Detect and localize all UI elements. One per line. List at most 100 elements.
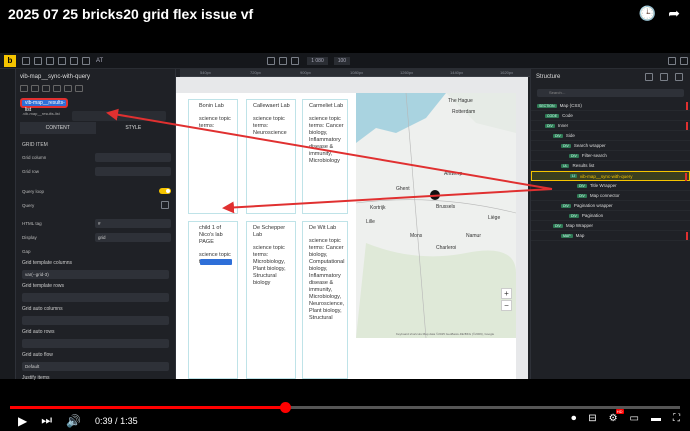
delete-icon[interactable] bbox=[53, 85, 61, 92]
structure-node[interactable]: SECTION Map (CSS) bbox=[531, 101, 690, 111]
bricks-logo[interactable]: b bbox=[4, 54, 16, 67]
structure-node-tag: DIV bbox=[569, 213, 579, 218]
grid-template-rows-input[interactable] bbox=[22, 293, 169, 302]
structure-node[interactable]: DIV Pagination bbox=[531, 211, 690, 221]
grid-auto-columns-input[interactable] bbox=[22, 316, 169, 325]
autoplay-toggle-icon[interactable]: ⏺ bbox=[571, 413, 576, 424]
duplicate-icon[interactable] bbox=[42, 85, 50, 92]
video-controls: ▶ ⏭ 🔊 0:39 / 1:35 ⏺ ⊟ ⚙ ▭ ▬ ⛶ bbox=[0, 380, 690, 431]
structure-node-tag: UL bbox=[561, 163, 570, 168]
zoom-in-button[interactable]: + bbox=[501, 288, 512, 299]
structure-node[interactable]: UL Results list bbox=[531, 161, 690, 171]
map-pin-icon[interactable] bbox=[430, 190, 440, 200]
builder-canvas[interactable]: Bonin Lab science topic terms: Callewaer… bbox=[176, 77, 528, 379]
structure-node-label: Title Wrapper bbox=[589, 183, 617, 188]
desktop-icon[interactable] bbox=[267, 56, 276, 65]
miniplayer-icon[interactable]: ▭ bbox=[630, 413, 639, 424]
class-input[interactable] bbox=[72, 111, 166, 121]
grid-row-input[interactable] bbox=[95, 166, 171, 176]
structure-node[interactable]: DIV Pagination wrapper bbox=[531, 201, 690, 211]
result-card[interactable]: De Wit Lab science topic terms: Cancer b… bbox=[302, 221, 348, 379]
grid-column-input[interactable] bbox=[95, 152, 171, 162]
grid-auto-rows-input[interactable] bbox=[22, 339, 169, 348]
structure-node[interactable]: MAP Map bbox=[531, 231, 690, 241]
structure-node-marker bbox=[685, 173, 687, 181]
subtitles-icon[interactable]: ⊟ bbox=[588, 413, 596, 424]
html-tag-label: HTML tag bbox=[22, 220, 42, 226]
settings-icon[interactable]: ⚙ bbox=[609, 409, 624, 424]
expand-icon[interactable] bbox=[645, 73, 653, 81]
zoom-out-button[interactable]: − bbox=[501, 300, 512, 311]
canvas-ruler[interactable]: 540px 720px 900px 1080px 1260px 1440px 1… bbox=[180, 69, 530, 77]
result-card[interactable]: child 1 of Nico's lab PAGE science topic… bbox=[188, 221, 238, 379]
add-element-icon[interactable] bbox=[22, 56, 30, 65]
layers-icon[interactable] bbox=[34, 56, 42, 65]
structure-node-tag: DIV bbox=[561, 143, 571, 148]
close-icon[interactable] bbox=[675, 73, 683, 81]
map-label: The Hague bbox=[448, 98, 473, 104]
collapse-icon[interactable] bbox=[660, 73, 668, 81]
zoom-input[interactable]: 100 bbox=[333, 56, 351, 65]
structure-node[interactable]: CODE Code bbox=[531, 111, 690, 121]
structure-node[interactable]: DIV Map connector bbox=[531, 191, 690, 201]
map-label: Rotterdam bbox=[452, 109, 476, 115]
undo-icon[interactable] bbox=[70, 56, 78, 65]
map-embed[interactable]: The Hague Rotterdam Antwerp Ghent Brusse… bbox=[356, 93, 516, 338]
grid-template-rows-label: Grid template rows bbox=[22, 283, 64, 289]
structure-node-label: Map Wrapper bbox=[565, 223, 594, 228]
progress-scrubber[interactable] bbox=[279, 402, 291, 413]
copy-icon[interactable] bbox=[20, 85, 28, 92]
result-card[interactable]: Bonin Lab science topic terms: bbox=[188, 99, 238, 214]
grid-template-columns-input[interactable]: var(--grid-3) bbox=[22, 270, 169, 279]
fullscreen-icon[interactable]: ⛶ bbox=[673, 413, 680, 424]
play-icon[interactable]: ▶ bbox=[18, 414, 27, 428]
tab-content[interactable]: CONTENT bbox=[20, 122, 96, 134]
code-icon[interactable] bbox=[58, 56, 66, 65]
structure-node[interactable]: LI vib-map__sync-with-query bbox=[531, 171, 690, 181]
result-card[interactable]: Carmeliet Lab science topic terms: Cance… bbox=[302, 99, 348, 214]
more-icon[interactable] bbox=[75, 85, 83, 92]
time-current: 0:39 bbox=[95, 415, 113, 426]
structure-node-label: Pagination bbox=[581, 213, 604, 218]
preview-icon[interactable] bbox=[668, 56, 676, 65]
card-title: De Wit Lab bbox=[309, 225, 337, 231]
watch-later-icon[interactable]: 🕒 bbox=[639, 5, 656, 22]
progress-bar[interactable] bbox=[10, 402, 680, 413]
query-loop-toggle[interactable] bbox=[159, 188, 171, 194]
settings-icon[interactable] bbox=[46, 56, 54, 65]
video-title[interactable]: 2025 07 25 bricks20 grid flex issue vf bbox=[8, 6, 253, 22]
structure-node[interactable]: DIV Search wrapper bbox=[531, 141, 690, 151]
toolbar-at[interactable]: AT bbox=[96, 58, 103, 64]
share-icon[interactable]: ➦ bbox=[668, 5, 680, 22]
redo-icon[interactable] bbox=[82, 56, 90, 65]
grid-template-columns-label: Grid template columns bbox=[22, 260, 73, 266]
class-chip[interactable]: vib-map__results-list bbox=[20, 98, 68, 113]
width-input[interactable]: 1 080 bbox=[307, 56, 328, 65]
structure-node[interactable]: DIV Map Wrapper bbox=[531, 221, 690, 231]
structure-node[interactable]: DIV Inner bbox=[531, 121, 690, 131]
grid-auto-flow-select[interactable]: Default bbox=[22, 362, 169, 371]
theater-icon[interactable]: ▬ bbox=[651, 413, 661, 424]
html-tag-select[interactable]: # bbox=[95, 218, 171, 228]
tab-style[interactable]: STYLE bbox=[96, 122, 172, 134]
structure-node-label: Search wrapper bbox=[573, 143, 606, 148]
result-card[interactable]: De Schepper Lab science topic terms: Mic… bbox=[246, 221, 296, 379]
display-select[interactable]: grid bbox=[95, 232, 171, 242]
structure-node[interactable]: DIV Side bbox=[531, 131, 690, 141]
result-card[interactable]: Callewaert Lab science topic terms: Neur… bbox=[246, 99, 296, 214]
mobile-icon[interactable] bbox=[291, 56, 300, 65]
css-icon[interactable] bbox=[64, 85, 72, 92]
structure-node[interactable]: DIV Title Wrapper bbox=[531, 181, 690, 191]
time-display: 0:39 / 1:35 bbox=[95, 416, 138, 426]
volume-icon[interactable]: 🔊 bbox=[66, 414, 81, 428]
query-settings-icon[interactable] bbox=[161, 201, 169, 209]
canvas-page: Bonin Lab science topic terms: Callewaer… bbox=[176, 93, 516, 379]
save-icon[interactable] bbox=[680, 56, 688, 65]
selection-toolbar[interactable] bbox=[200, 259, 232, 265]
paste-icon[interactable] bbox=[31, 85, 39, 92]
builder-frame: b AT 1 080 100 vib-map__sync-with-query … bbox=[0, 53, 690, 381]
next-icon[interactable]: ⏭ bbox=[41, 413, 52, 428]
structure-search[interactable]: Search… bbox=[537, 89, 684, 97]
structure-node[interactable]: DIV Filter-search bbox=[531, 151, 690, 161]
tablet-icon[interactable] bbox=[279, 56, 288, 65]
